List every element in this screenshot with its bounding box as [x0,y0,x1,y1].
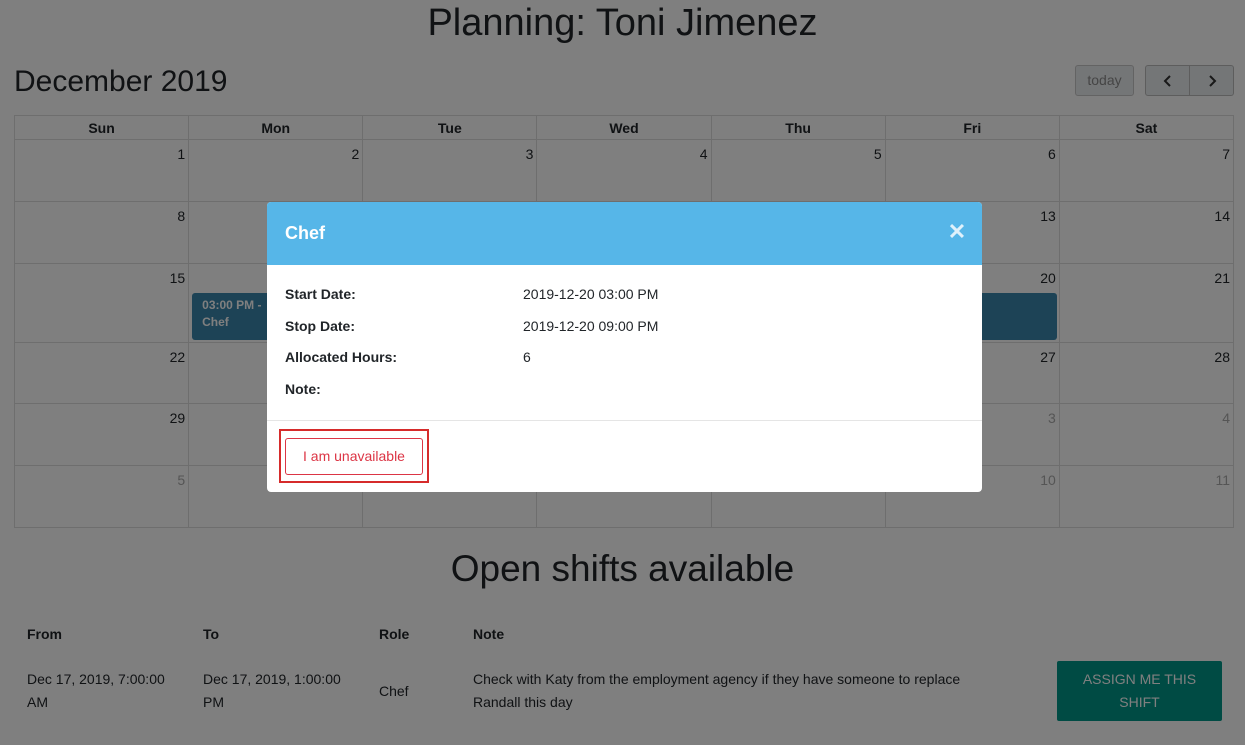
modal-footer: I am unavailable [267,421,982,492]
field-row-note: Note: [285,375,964,407]
highlight-box: I am unavailable [279,429,429,483]
unavailable-button[interactable]: I am unavailable [285,438,423,475]
field-label: Stop Date: [285,317,355,334]
field-value: 2019-12-20 03:00 PM [523,286,659,302]
shift-details-modal: Chef ✕ Start Date: 2019-12-20 03:00 PM S… [267,202,982,492]
field-value: 2019-12-20 09:00 PM [523,317,659,334]
field-value: 6 [523,349,531,365]
field-label: Note: [285,380,321,397]
modal-title: Chef [285,223,325,243]
modal-header: Chef ✕ [267,202,982,265]
field-label: Allocated Hours: [285,349,398,365]
field-row-allocated-hours: Allocated Hours: 6 [285,343,964,375]
field-row-start-date: Start Date: 2019-12-20 03:00 PM [285,280,964,312]
field-row-stop-date: Stop Date: 2019-12-20 09:00 PM [285,312,964,344]
modal-body: Start Date: 2019-12-20 03:00 PM Stop Dat… [267,265,982,421]
field-label: Start Date: [285,286,356,302]
close-icon[interactable]: ✕ [946,221,968,243]
